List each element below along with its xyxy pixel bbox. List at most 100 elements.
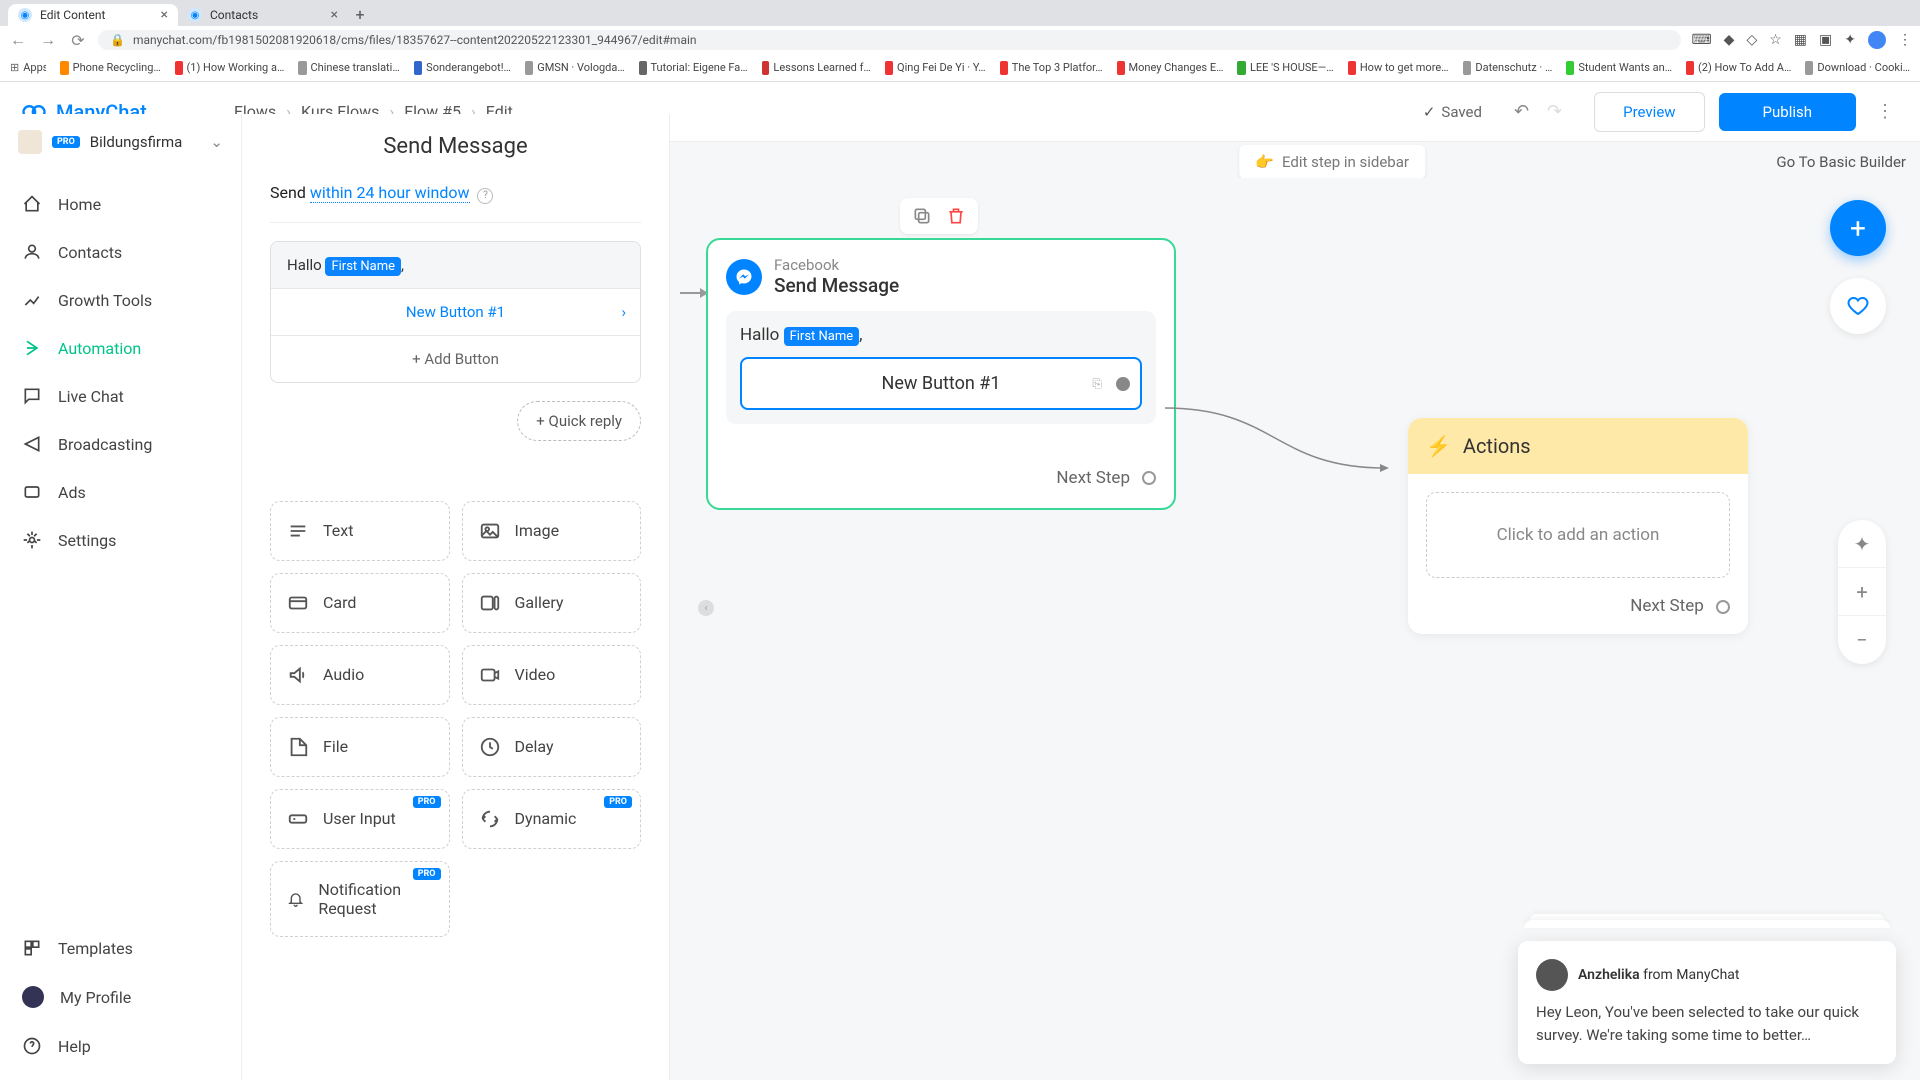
bookmark-item[interactable]: The Top 3 Platfor… xyxy=(1000,61,1103,75)
bookmarks-bar: ⊞ Apps Phone Recycling… (1) How Working … xyxy=(0,54,1920,82)
quick-reply-row: + Quick reply xyxy=(270,401,641,441)
undo-icon[interactable]: ↶ xyxy=(1514,101,1529,122)
duplicate-icon[interactable] xyxy=(912,206,932,226)
sidebar-item-profile[interactable]: My Profile xyxy=(0,972,241,1022)
address-bar[interactable]: 🔒 manychat.com/fb198150208192061­8/cms/f… xyxy=(98,30,1681,50)
puzzle-icon[interactable]: ✦ xyxy=(1844,32,1856,48)
content-type-image[interactable]: Image xyxy=(462,501,642,561)
connection-port[interactable] xyxy=(1716,600,1730,614)
variable-chip[interactable]: First Name xyxy=(325,257,401,276)
sidebar-item-home[interactable]: Home xyxy=(0,180,241,228)
favicon-contacts: ◉ xyxy=(188,8,202,22)
bookmark-item[interactable]: Qing Fei De Yi · Y… xyxy=(885,61,986,75)
content-type-card[interactable]: Card xyxy=(270,573,450,633)
content-type-gallery[interactable]: Gallery xyxy=(462,573,642,633)
edit-step-sidebar-pill[interactable]: 👉 Edit step in sidebar xyxy=(1239,145,1425,179)
translate-icon[interactable]: ⌨ xyxy=(1691,32,1711,48)
chevron-down-icon: ⌄ xyxy=(210,133,223,151)
facebook-messenger-icon xyxy=(726,259,762,295)
bookmark-item[interactable]: Chinese translati… xyxy=(298,61,399,75)
apps-button[interactable]: ⊞ Apps xyxy=(10,61,46,74)
node-header: Facebook Send Message xyxy=(726,256,1156,297)
bookmark-item[interactable]: (2) How To Add A… xyxy=(1686,61,1791,75)
browser-tab-active[interactable]: ◉ Edit Content × xyxy=(8,4,178,26)
content-type-notification[interactable]: PRONotification Request xyxy=(270,861,450,937)
content-type-dynamic[interactable]: PRODynamic xyxy=(462,789,642,849)
bookmark-item[interactable]: Money Changes E… xyxy=(1117,61,1224,75)
content-type-video[interactable]: Video xyxy=(462,645,642,705)
sidebar-item-growth-tools[interactable]: Growth Tools xyxy=(0,276,241,324)
zoom-out-icon[interactable]: − xyxy=(1838,616,1886,664)
favicon-manychat: ◉ xyxy=(18,8,32,22)
close-icon[interactable]: × xyxy=(161,7,168,23)
bookmark-item[interactable]: GMSN · Vologda… xyxy=(525,61,625,75)
content-type-text[interactable]: Text xyxy=(270,501,450,561)
sidebar-item-templates[interactable]: Templates xyxy=(0,924,241,972)
content-type-file[interactable]: File xyxy=(270,717,450,777)
forward-icon[interactable]: → xyxy=(38,30,58,50)
actions-next-step[interactable]: Next Step xyxy=(1408,596,1748,634)
bookmark-item[interactable]: Phone Recycling… xyxy=(60,61,160,75)
browser-tab-inactive[interactable]: ◉ Contacts × xyxy=(178,4,348,26)
node-button[interactable]: New Button #1 ⎘ xyxy=(740,357,1142,410)
star-icon[interactable]: ☆ xyxy=(1769,32,1782,48)
bookmark-item[interactable]: Sonderangebot!… xyxy=(414,61,511,75)
sidebar-item-contacts[interactable]: Contacts xyxy=(0,228,241,276)
back-icon[interactable]: ← xyxy=(8,30,28,50)
sidebar-item-live-chat[interactable]: Live Chat xyxy=(0,372,241,420)
goto-basic-builder-link[interactable]: Go To Basic Builder xyxy=(1776,153,1906,171)
home-icon xyxy=(22,194,42,214)
send-message-node[interactable]: Facebook Send Message Hallo First Name, … xyxy=(706,238,1176,510)
send-window-link[interactable]: within 24 hour window xyxy=(310,183,470,203)
profile-avatar[interactable] xyxy=(1868,31,1886,49)
input-port[interactable]: ‹ xyxy=(698,600,714,616)
content-type-audio[interactable]: Audio xyxy=(270,645,450,705)
bookmark-item[interactable]: Datenschutz · … xyxy=(1463,61,1553,75)
help-icon[interactable]: ? xyxy=(477,188,493,204)
sidebar-item-ads[interactable]: Ads xyxy=(0,468,241,516)
close-icon[interactable]: × xyxy=(331,7,338,23)
connector-line xyxy=(1165,408,1385,468)
add-button[interactable]: + Add Button xyxy=(271,335,640,382)
ext-icon[interactable]: ◇ xyxy=(1746,32,1757,48)
new-tab-button[interactable]: + xyxy=(348,2,372,26)
message-block[interactable]: Hallo First Name, New Button #1 › + Add … xyxy=(270,241,641,383)
message-button-row[interactable]: New Button #1 › xyxy=(271,288,640,335)
bookmark-item[interactable]: Student Wants an… xyxy=(1566,61,1672,75)
sidebar-item-settings[interactable]: Settings xyxy=(0,516,241,564)
favorite-fab[interactable] xyxy=(1830,278,1886,334)
message-text[interactable]: Hallo First Name, xyxy=(271,242,640,288)
connection-port[interactable] xyxy=(1116,377,1130,391)
more-menu-icon[interactable]: ⋮ xyxy=(1870,101,1900,122)
ext-icon[interactable]: ◆ xyxy=(1724,32,1735,48)
bookmark-item[interactable]: Tutorial: Eigene Fa… xyxy=(639,61,748,75)
zoom-in-icon[interactable]: + xyxy=(1838,568,1886,616)
add-action-button[interactable]: Click to add an action xyxy=(1426,492,1730,578)
menu-icon[interactable]: ⋮ xyxy=(1898,32,1912,48)
sidebar-item-automation[interactable]: Automation xyxy=(0,324,241,372)
publish-button[interactable]: Publish xyxy=(1719,93,1856,131)
workspace-selector[interactable]: PRO Bildungsfirma ⌄ xyxy=(0,114,241,170)
fit-view-icon[interactable]: ✦ xyxy=(1838,520,1886,568)
preview-button[interactable]: Preview xyxy=(1594,92,1704,132)
bookmark-item[interactable]: Download · Cooki… xyxy=(1805,61,1910,75)
actions-node[interactable]: ⚡ Actions Click to add an action Next St… xyxy=(1408,418,1748,634)
trash-icon[interactable] xyxy=(946,206,966,226)
sidebar-item-help[interactable]: Help xyxy=(0,1022,241,1070)
tab-title: Edit Content xyxy=(40,8,105,22)
bookmark-item[interactable]: Lessons Learned f… xyxy=(762,61,871,75)
chat-widget[interactable]: Anzhelika from ManyChat Hey Leon, You've… xyxy=(1518,941,1896,1064)
bookmark-item[interactable]: How to get more… xyxy=(1348,61,1449,75)
refresh-icon[interactable]: ⟳ xyxy=(68,31,88,50)
bookmark-item[interactable]: LEE 'S HOUSE—… xyxy=(1237,61,1333,75)
content-type-delay[interactable]: Delay xyxy=(462,717,642,777)
quick-reply-button[interactable]: + Quick reply xyxy=(517,401,641,441)
add-step-fab[interactable]: + xyxy=(1830,200,1886,256)
sidebar-item-broadcasting[interactable]: Broadcasting xyxy=(0,420,241,468)
bookmark-item[interactable]: (1) How Working a… xyxy=(175,61,285,75)
connection-port[interactable] xyxy=(1142,471,1156,485)
ext-icon[interactable]: ▦ xyxy=(1794,32,1807,48)
ext-icon[interactable]: ▣ xyxy=(1819,32,1832,48)
next-step-row[interactable]: Next Step xyxy=(726,468,1156,488)
content-type-user-input[interactable]: PROUser Input xyxy=(270,789,450,849)
